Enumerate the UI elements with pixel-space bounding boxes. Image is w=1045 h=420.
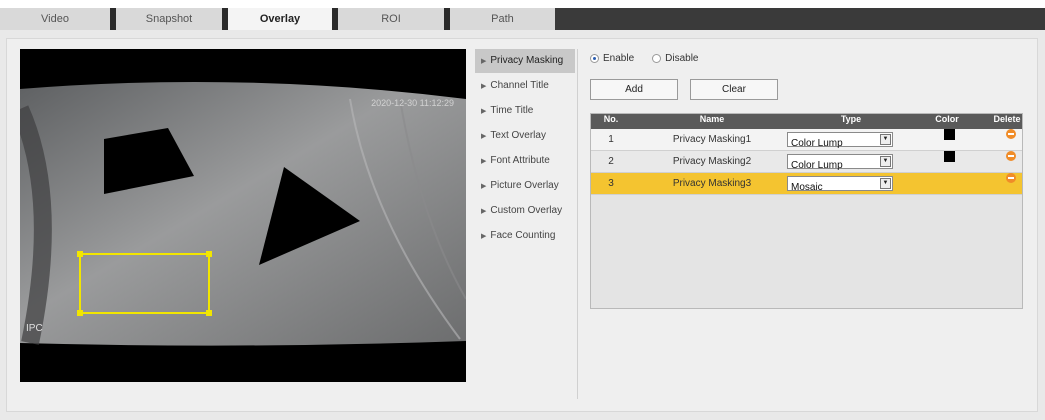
enable-label[interactable]: Enable — [603, 53, 634, 64]
delete-icon[interactable] — [1006, 129, 1016, 139]
panel-divider — [577, 49, 578, 399]
subnav-item-picture-overlay[interactable]: ▶ Picture Overlay — [475, 174, 575, 198]
row-number: 2 — [608, 156, 614, 167]
triangle-right-icon: ▶ — [481, 183, 487, 190]
camera-scene — [20, 81, 466, 346]
subnav-item-privacy-masking[interactable]: ▶ Privacy Masking — [475, 49, 575, 73]
subnav-item-face-counting[interactable]: ▶ Face Counting — [475, 224, 575, 248]
triangle-right-icon: ▶ — [481, 133, 487, 140]
column-header-no: No. — [603, 114, 619, 124]
type-select[interactable]: Color Lump ▼ — [787, 132, 893, 149]
table-header: No. Name Type Color Delete — [591, 114, 1022, 129]
column-header-delete: Delete — [993, 114, 1021, 124]
delete-icon[interactable] — [1006, 151, 1016, 161]
privacy-enable-group: Enable Disable — [590, 53, 699, 64]
row-name: Privacy Masking2 — [672, 156, 752, 167]
triangle-right-icon: ▶ — [481, 233, 487, 240]
row-number: 3 — [608, 178, 614, 189]
subnav-item-text-overlay[interactable]: ▶ Text Overlay — [475, 124, 575, 148]
chevron-down-icon[interactable]: ▼ — [880, 134, 891, 145]
subnav-item-font-attribute[interactable]: ▶ Font Attribute — [475, 149, 575, 173]
subnav-item-channel-title[interactable]: ▶ Channel Title — [475, 74, 575, 98]
tab-video[interactable]: Video — [0, 8, 110, 30]
row-name: Privacy Masking1 — [672, 134, 752, 145]
table-row[interactable]: 1 Privacy Masking1 Color Lump ▼ — [591, 129, 1022, 151]
column-header-name: Name — [699, 114, 725, 124]
chevron-down-icon[interactable]: ▼ — [880, 156, 891, 167]
overlay-subnav: ▶ Privacy Masking ▶ Channel Title ▶ Time Ti… — [475, 49, 575, 249]
resize-handle[interactable] — [77, 251, 83, 257]
osd-channel-title: IPC — [26, 323, 43, 334]
table-row-selected[interactable]: 3 Privacy Masking3 Mosaic ▼ — [591, 173, 1022, 195]
tab-roi[interactable]: ROI — [338, 8, 444, 30]
delete-icon[interactable] — [1006, 173, 1016, 183]
resize-handle[interactable] — [206, 310, 212, 316]
color-swatch[interactable] — [944, 151, 955, 162]
chevron-down-icon[interactable]: ▼ — [880, 178, 891, 189]
tab-path[interactable]: Path — [450, 8, 555, 30]
tab-snapshot[interactable]: Snapshot — [116, 8, 222, 30]
disable-radio[interactable] — [652, 54, 662, 63]
table-row[interactable]: 2 Privacy Masking2 Color Lump ▼ — [591, 151, 1022, 173]
disable-label[interactable]: Disable — [665, 53, 698, 64]
triangle-right-icon: ▶ — [481, 83, 487, 90]
tab-bar-filler — [555, 8, 1045, 30]
resize-handle[interactable] — [206, 251, 212, 257]
column-header-type: Type — [840, 114, 862, 124]
subnav-item-custom-overlay[interactable]: ▶ Custom Overlay — [475, 199, 575, 223]
triangle-right-icon: ▶ — [481, 208, 487, 215]
video-preview[interactable]: 2020-12-30 11:12:29 IPC — [20, 49, 466, 382]
tab-bar: Video Snapshot Overlay ROI Path — [0, 0, 1045, 30]
subnav-item-time-title[interactable]: ▶ Time Title — [475, 99, 575, 123]
add-button[interactable]: Add — [590, 79, 678, 100]
type-select[interactable]: Mosaic ▼ — [787, 176, 893, 193]
resize-handle[interactable] — [77, 310, 83, 316]
tab-overlay[interactable]: Overlay — [228, 8, 332, 30]
triangle-right-icon: ▶ — [481, 58, 487, 65]
row-name: Privacy Masking3 — [672, 178, 752, 189]
enable-radio[interactable] — [590, 54, 599, 63]
triangle-right-icon: ▶ — [481, 108, 487, 115]
osd-timestamp: 2020-12-30 11:12:29 — [371, 98, 454, 108]
triangle-right-icon: ▶ — [481, 158, 487, 165]
type-select[interactable]: Color Lump ▼ — [787, 154, 893, 171]
clear-button[interactable]: Clear — [690, 79, 778, 100]
privacy-mask-table: No. Name Type Color Delete 1 Privacy Mas… — [590, 113, 1023, 309]
column-header-color: Color — [935, 114, 959, 124]
row-number: 1 — [608, 134, 614, 145]
color-swatch[interactable] — [944, 129, 955, 140]
